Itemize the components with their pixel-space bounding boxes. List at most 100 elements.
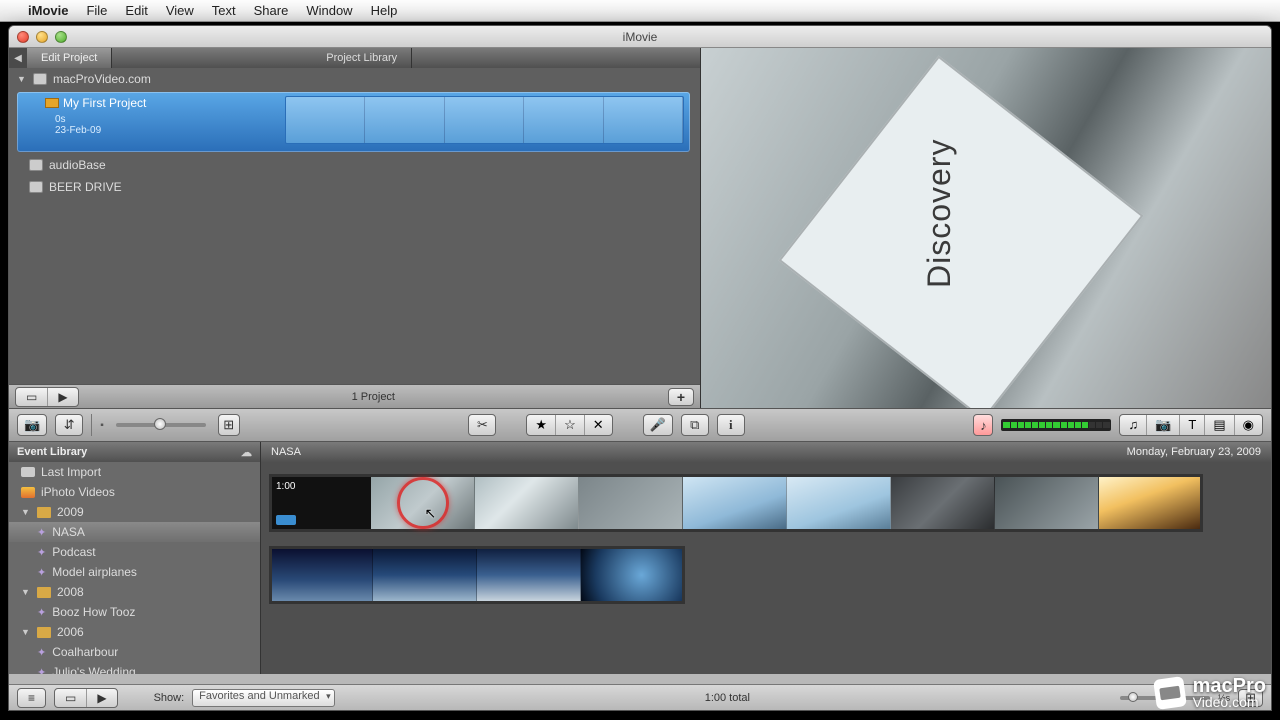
project-view-buttons[interactable]: ▭▶	[15, 387, 79, 407]
folder-icon	[37, 627, 51, 638]
clip-thumb[interactable]	[891, 474, 995, 532]
clip-thumb[interactable]	[477, 546, 581, 604]
voiceover-button[interactable]: 🎤	[643, 414, 673, 436]
drive-icon	[29, 159, 43, 171]
menu-window[interactable]: Window	[306, 3, 352, 18]
drive-icon	[29, 181, 43, 193]
play-icon[interactable]: ▶	[87, 689, 116, 707]
project-count: 1 Project	[85, 391, 662, 403]
mac-menubar: iMovie File Edit View Text Share Window …	[0, 0, 1280, 22]
event-star-icon: ✦	[37, 606, 46, 619]
menu-edit[interactable]: Edit	[125, 3, 147, 18]
inspector-button[interactable]: i	[717, 414, 745, 436]
event-item-nasa[interactable]: ✦NASA	[9, 522, 260, 542]
list-view-icon[interactable]: ≡	[18, 689, 45, 707]
titlebar: iMovie	[9, 26, 1271, 48]
drive-audiobase[interactable]: audioBase	[9, 154, 700, 176]
menu-view[interactable]: View	[166, 3, 194, 18]
project-filmstrip[interactable]	[285, 96, 684, 144]
clip-thumb[interactable]	[995, 474, 1099, 532]
watermark-logo-icon	[1153, 676, 1187, 710]
thumb-small-icon: ▪	[100, 420, 104, 431]
thumbnail-size-slider[interactable]	[116, 423, 206, 427]
clip-thumb[interactable]	[581, 546, 685, 604]
drive-beerdrive[interactable]: BEER DRIVE	[9, 176, 700, 198]
swap-button[interactable]: ⇵	[55, 414, 83, 436]
clip-thumb[interactable]	[579, 474, 683, 532]
new-project-button[interactable]: +	[668, 388, 694, 406]
event-library-toggle-icon[interactable]: ☁	[241, 446, 252, 459]
event-item-booz-how-tooz[interactable]: ✦Booz How Tooz	[9, 602, 260, 622]
clip-trim-button[interactable]: ✂	[468, 414, 496, 436]
menu-file[interactable]: File	[86, 3, 107, 18]
app-menu[interactable]: iMovie	[28, 3, 68, 18]
menu-share[interactable]: Share	[254, 3, 289, 18]
window-title: iMovie	[9, 30, 1271, 44]
event-view-buttons[interactable]: ≡	[17, 688, 46, 708]
event-item-iphoto-videos[interactable]: iPhoto Videos	[9, 482, 260, 502]
clip-thumb[interactable]	[1099, 474, 1203, 532]
keyword-badge	[276, 515, 296, 525]
clip-thumb[interactable]	[269, 546, 373, 604]
frame-view-button[interactable]: ⊞	[218, 414, 240, 436]
mark-buttons: ★ ☆ ✕	[526, 414, 612, 436]
project-footer: ▭▶ 1 Project +	[9, 384, 700, 408]
unmark-button[interactable]: ☆	[556, 415, 585, 435]
event-title: NASA	[271, 446, 301, 458]
event-item-last-import[interactable]: Last Import	[9, 462, 260, 482]
disclosure-icon: ▼	[21, 507, 31, 517]
event-star-icon: ✦	[37, 666, 46, 675]
event-library-title: Event Library	[17, 446, 87, 458]
import-button[interactable]: 📷	[17, 414, 47, 436]
menu-text[interactable]: Text	[212, 3, 236, 18]
clip-head[interactable]: 1:00	[269, 474, 371, 532]
drive-macprovideo[interactable]: ▼ macProVideo.com	[9, 68, 700, 90]
favorite-button[interactable]: ★	[527, 415, 556, 435]
event-star-icon: ✦	[37, 546, 46, 559]
event-play-buttons[interactable]: ▭▶	[54, 688, 118, 708]
event-item-2008[interactable]: ▼2008	[9, 582, 260, 602]
event-item-model-airplanes[interactable]: ✦Model airplanes	[9, 562, 260, 582]
titles-browser-button[interactable]: T	[1180, 415, 1205, 435]
reject-button[interactable]: ✕	[585, 415, 612, 435]
fullscreen-icon[interactable]: ▭	[16, 388, 48, 406]
total-duration: 1:00 total	[705, 692, 750, 704]
event-item-julio-s-wedding[interactable]: ✦Julio's Wedding	[9, 662, 260, 674]
menu-help[interactable]: Help	[371, 3, 398, 18]
play-icon[interactable]: ▶	[48, 388, 77, 406]
audio-skim-button[interactable]: ♪	[973, 414, 993, 436]
event-item-2009[interactable]: ▼2009	[9, 502, 260, 522]
show-filter-select[interactable]: Favorites and Unmarked	[192, 689, 334, 707]
clip-thumb[interactable]	[683, 474, 787, 532]
clip-thumb[interactable]: ↖	[371, 474, 475, 532]
clip-thumb[interactable]	[373, 546, 477, 604]
photo-browser-button[interactable]: 📷	[1147, 415, 1180, 435]
tab-edit-project[interactable]: Edit Project	[27, 48, 112, 68]
maps-browser-button[interactable]: ◉	[1235, 415, 1262, 435]
viewer-overlay-text: Discovery	[921, 139, 958, 288]
clip-row: 1:00 ↖	[269, 474, 1263, 532]
event-item-2006[interactable]: ▼2006	[9, 622, 260, 642]
project-back-button[interactable]: ◀	[9, 48, 27, 68]
iphoto-icon	[21, 487, 35, 498]
clip-thumb[interactable]	[787, 474, 891, 532]
event-star-icon: ✦	[37, 526, 46, 539]
event-item-podcast[interactable]: ✦Podcast	[9, 542, 260, 562]
event-star-icon: ✦	[37, 566, 46, 579]
media-browsers: ♫ 📷 T ▤ ◉	[1119, 414, 1263, 436]
show-label: Show:	[154, 692, 185, 704]
event-browser: NASA Monday, February 23, 2009 1:00 ↖	[261, 442, 1271, 674]
music-browser-button[interactable]: ♫	[1120, 415, 1147, 435]
preview-viewer[interactable]: Discovery	[701, 48, 1271, 408]
folder-icon	[37, 587, 51, 598]
project-item-selected[interactable]: My First Project 0s 23-Feb-09	[17, 92, 690, 152]
drive-icon	[33, 73, 47, 85]
camera-icon	[21, 467, 35, 477]
transitions-browser-button[interactable]: ▤	[1205, 415, 1234, 435]
clip-thumb[interactable]	[475, 474, 579, 532]
crop-button[interactable]: ⧉	[681, 414, 709, 436]
event-library-sidebar: Event Library ☁ Last ImportiPhoto Videos…	[9, 442, 261, 674]
event-item-coalharbour[interactable]: ✦Coalharbour	[9, 642, 260, 662]
fullscreen-icon[interactable]: ▭	[55, 689, 87, 707]
tab-project-library[interactable]: Project Library	[312, 48, 412, 68]
